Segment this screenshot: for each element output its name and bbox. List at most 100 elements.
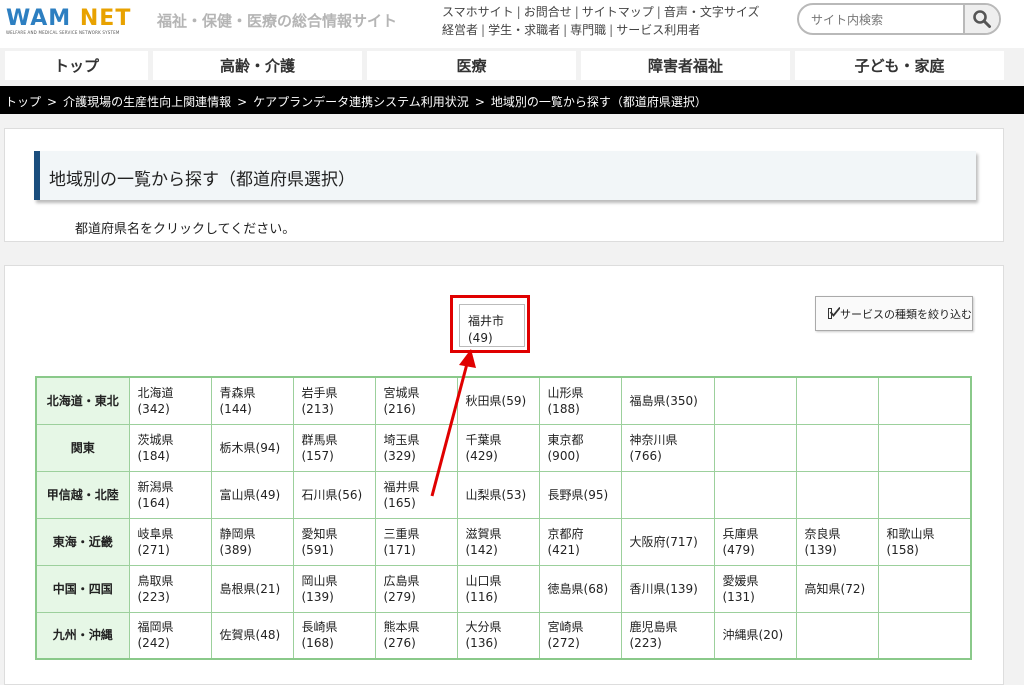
prefecture-cell[interactable]: 愛知県 (591) <box>292 517 376 566</box>
nav-tab-top[interactable]: トップ <box>5 51 148 80</box>
prefecture-name: 宮城県 <box>383 385 420 400</box>
prefecture-count: (165) <box>383 495 416 510</box>
prefecture-cell[interactable]: 熊本県 (276) <box>374 611 458 660</box>
prefecture-name: 鳥取県 <box>137 573 174 588</box>
prefecture-cell[interactable]: 山形県 (188) <box>538 376 622 425</box>
wamnet-logo[interactable]: WAM NET WELFARE AND MEDICAL SERVICE NETW… <box>6 6 134 36</box>
prefecture-cell[interactable]: 愛媛県 (131) <box>713 564 797 613</box>
prefecture-cell[interactable]: 奈良県 (139) <box>795 517 879 566</box>
search-button[interactable] <box>963 5 999 33</box>
prefecture-count: (116) <box>465 589 498 604</box>
link-managers[interactable]: 経営者 <box>442 23 478 37</box>
logo-subtitle: WELFARE AND MEDICAL SERVICE NETWORK SYST… <box>6 30 120 35</box>
breadcrumb-item-top[interactable]: トップ <box>5 95 41 109</box>
link-professionals[interactable]: 専門職 <box>570 23 606 37</box>
nav-tab-elderly-care[interactable]: 高齢・介護 <box>153 51 362 80</box>
prefecture-name: 富山県 <box>219 487 256 502</box>
prefecture-cell[interactable]: 宮城県 (216) <box>374 376 458 425</box>
breadcrumb-item-current: 地域別の一覧から探す（都道府県選択） <box>490 95 707 109</box>
prefecture-cell[interactable]: 長崎県 (168) <box>292 611 376 660</box>
prefecture-count: (184) <box>137 448 170 463</box>
prefecture-cell[interactable]: 鹿児島県 (223) <box>620 611 715 660</box>
prefecture-cell[interactable]: 佐賀県(48) <box>210 611 294 660</box>
prefecture-cell[interactable]: 富山県(49) <box>210 470 294 519</box>
prefecture-cell[interactable]: 茨城県 (184) <box>128 423 212 472</box>
site-header: WAM NET WELFARE AND MEDICAL SERVICE NETW… <box>0 0 1024 48</box>
prefecture-cell[interactable]: 大阪府(717) <box>620 517 715 566</box>
link-sitemap[interactable]: サイトマップ <box>582 5 654 19</box>
empty-cell <box>713 470 797 519</box>
prefecture-cell[interactable]: 長野県(95) <box>538 470 622 519</box>
prefecture-name: 長野県 <box>547 487 584 502</box>
prefecture-cell[interactable]: 鳥取県 (223) <box>128 564 212 613</box>
filter-service-type-button[interactable]: サービスの種類を絞り込む <box>815 296 973 331</box>
link-smartphone-site[interactable]: スマホサイト <box>442 5 514 19</box>
prefecture-table: 北海道・東北 北海道 (342) 青森県 (144) 岩手県 (213) 宮城県 (216) 秋田… <box>35 376 972 660</box>
prefecture-cell[interactable]: 山梨県(53) <box>456 470 540 519</box>
breadcrumb-item-productivity[interactable]: 介護現場の生産性向上関連情報 <box>63 95 231 109</box>
prefecture-name: 長崎県 <box>301 620 338 635</box>
prefecture-cell[interactable]: 兵庫県 (479) <box>713 517 797 566</box>
prefecture-name: 栃木県 <box>219 440 256 455</box>
prefecture-count: (389) <box>219 542 252 557</box>
prefecture-cell[interactable]: 群馬県 (157) <box>292 423 376 472</box>
prefecture-cell[interactable]: 香川県(139) <box>620 564 715 613</box>
prefecture-cell[interactable]: 福島県(350) <box>620 376 715 425</box>
prefecture-name: 愛知県 <box>301 526 338 541</box>
region-label: 九州・沖縄 <box>35 611 130 660</box>
prefecture-cell[interactable]: 徳島県(68) <box>538 564 622 613</box>
prefecture-name: 高知県 <box>804 581 841 596</box>
prefecture-cell[interactable]: 静岡県 (389) <box>210 517 294 566</box>
prefecture-cell[interactable]: 三重県 (171) <box>374 517 458 566</box>
prefecture-count: (158) <box>886 542 919 557</box>
prefecture-cell[interactable]: 島根県(21) <box>210 564 294 613</box>
prefecture-name: 山口県 <box>465 573 502 588</box>
prefecture-cell[interactable]: 和歌山県 (158) <box>877 517 972 566</box>
prefecture-count: (53) <box>501 487 527 502</box>
prefecture-cell[interactable]: 千葉県 (429) <box>456 423 540 472</box>
prefecture-cell[interactable]: 岡山県 (139) <box>292 564 376 613</box>
prefecture-cell[interactable]: 宮崎県 (272) <box>538 611 622 660</box>
breadcrumb-item-careplan[interactable]: ケアプランデータ連携システム利用状況 <box>253 95 469 109</box>
prefecture-name: 新潟県 <box>137 479 174 494</box>
prefecture-cell[interactable]: 山口県 (116) <box>456 564 540 613</box>
prefecture-cell[interactable]: 栃木県(94) <box>210 423 294 472</box>
prefecture-count: (171) <box>383 542 416 557</box>
link-service-users[interactable]: サービス利用者 <box>616 23 700 37</box>
prefecture-name: 山梨県 <box>465 487 502 502</box>
prefecture-cell[interactable]: 沖縄県(20) <box>713 611 797 660</box>
prefecture-count: (139) <box>665 581 698 596</box>
prefecture-cell[interactable]: 大分県 (136) <box>456 611 540 660</box>
prefecture-cell[interactable]: 福岡県 (242) <box>128 611 212 660</box>
prefecture-cell[interactable]: 福井県 (165) <box>374 470 458 519</box>
prefecture-cell[interactable]: 岐阜県 (271) <box>128 517 212 566</box>
prefecture-cell[interactable]: 東京都 (900) <box>538 423 622 472</box>
prefecture-cell[interactable]: 岩手県 (213) <box>292 376 376 425</box>
prefecture-cell[interactable]: 京都府 (421) <box>538 517 622 566</box>
prefecture-name: 大阪府 <box>629 534 666 549</box>
prefecture-cell[interactable]: 滋賀県 (142) <box>456 517 540 566</box>
prefecture-cell[interactable]: 高知県(72) <box>795 564 879 613</box>
link-contact[interactable]: お問合せ <box>524 5 572 19</box>
link-voice-text-size[interactable]: 音声・文字サイズ <box>664 5 760 19</box>
prefecture-name: 山形県 <box>547 385 584 400</box>
nav-tab-disability-welfare[interactable]: 障害者福祉 <box>581 51 790 80</box>
region-row: 九州・沖縄 福岡県 (242) 佐賀県(48) 長崎県 (168) 熊本県 (276) 大分県(… <box>35 611 972 660</box>
prefecture-cell[interactable]: 北海道 (342) <box>128 376 212 425</box>
prefecture-cell[interactable]: 石川県(56) <box>292 470 376 519</box>
nav-tab-children-family[interactable]: 子ども・家庭 <box>795 51 1004 80</box>
prefecture-cell[interactable]: 広島県 (279) <box>374 564 458 613</box>
prefecture-name: 石川県 <box>301 487 338 502</box>
filter-button-label: サービスの種類を絞り込む <box>840 307 972 321</box>
nav-tab-medical[interactable]: 医療 <box>367 51 576 80</box>
link-students[interactable]: 学生・求職者 <box>488 23 560 37</box>
prefecture-cell[interactable]: 埼玉県 (329) <box>374 423 458 472</box>
city-popup[interactable]: 福井市 (49) <box>459 304 525 347</box>
prefecture-cell[interactable]: 秋田県(59) <box>456 376 540 425</box>
prefecture-cell[interactable]: 新潟県 (164) <box>128 470 212 519</box>
prefecture-name: 静岡県 <box>219 526 256 541</box>
prefecture-cell[interactable]: 神奈川県 (766) <box>620 423 715 472</box>
search-input[interactable] <box>811 11 951 29</box>
empty-cell <box>877 470 972 519</box>
prefecture-cell[interactable]: 青森県 (144) <box>210 376 294 425</box>
